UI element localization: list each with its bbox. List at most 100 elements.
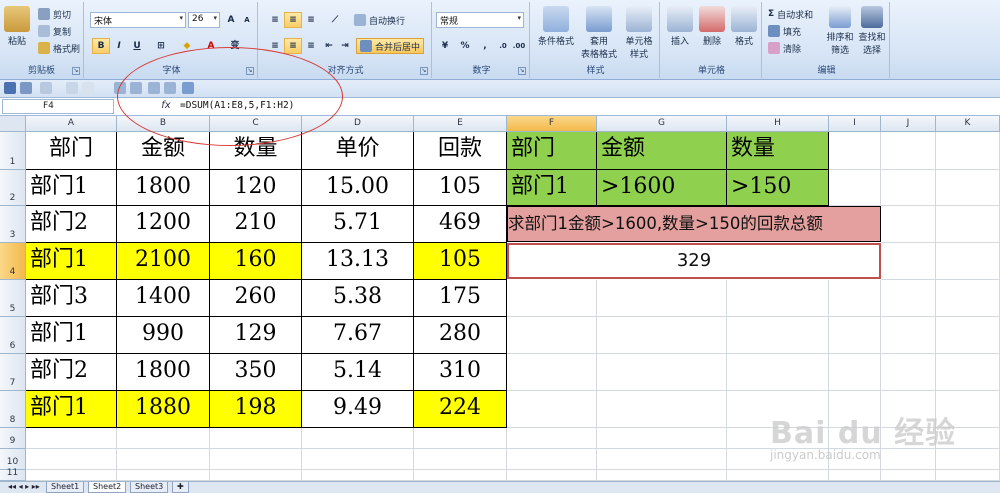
- font-size-select[interactable]: 26 ▾: [188, 12, 220, 28]
- grid-cell[interactable]: [507, 317, 597, 354]
- table-cell[interactable]: 部门1: [26, 243, 117, 280]
- table-cell[interactable]: 2100: [117, 243, 210, 280]
- criteria-header-cell[interactable]: 金额: [597, 132, 727, 170]
- column-header-c[interactable]: C: [210, 116, 302, 132]
- criteria-value-cell[interactable]: >1600: [597, 170, 727, 206]
- grid-cell[interactable]: [597, 449, 727, 470]
- decrease-decimal-icon[interactable]: .00: [510, 38, 528, 54]
- grid-cell[interactable]: [936, 354, 1000, 391]
- grid-cell[interactable]: [829, 132, 881, 170]
- row-header-1[interactable]: 1: [0, 132, 26, 170]
- shrink-font-icon[interactable]: A: [238, 12, 256, 28]
- find-select-button[interactable]: 查找和 选择: [856, 6, 888, 56]
- new-document-icon[interactable]: [82, 82, 94, 94]
- row-header-8[interactable]: 8: [0, 391, 26, 428]
- grid-cell[interactable]: [727, 354, 829, 391]
- format-as-table-button[interactable]: 套用 表格格式: [578, 6, 620, 60]
- row-header-4[interactable]: 4: [0, 243, 26, 280]
- fill-button[interactable]: 填充: [768, 23, 801, 39]
- table-cell[interactable]: 部门1: [26, 170, 117, 206]
- table-header-cell[interactable]: 部门: [26, 132, 117, 170]
- row-header-9[interactable]: 9: [0, 428, 26, 449]
- column-header-g[interactable]: G: [597, 116, 727, 132]
- tab-sheet1[interactable]: Sheet1: [46, 482, 85, 493]
- table-cell[interactable]: 部门1: [26, 317, 117, 354]
- grid-cell[interactable]: [117, 449, 210, 470]
- align-middle-icon[interactable]: ≡: [284, 12, 302, 28]
- grid-cell[interactable]: [210, 449, 302, 470]
- grid-cell[interactable]: [597, 428, 727, 449]
- orientation-icon[interactable]: ⟋: [326, 12, 344, 28]
- format-painter-button[interactable]: 格式刷: [38, 40, 80, 56]
- grid-cell[interactable]: [414, 428, 507, 449]
- table-cell[interactable]: 5.38: [302, 280, 414, 317]
- chart-icon[interactable]: [182, 82, 194, 94]
- question-cell[interactable]: 求部门1金额>1600,数量>150的回款总额: [507, 206, 881, 242]
- dialog-launcher-icon[interactable]: ↘: [518, 67, 526, 75]
- align-top-icon[interactable]: ≡: [266, 12, 284, 28]
- cut-button[interactable]: 剪切: [38, 6, 71, 22]
- camera-icon[interactable]: [130, 82, 142, 94]
- table-cell[interactable]: 部门3: [26, 280, 117, 317]
- table-cell[interactable]: 1800: [117, 354, 210, 391]
- table-cell[interactable]: 120: [210, 170, 302, 206]
- table-header-cell[interactable]: 回款: [414, 132, 507, 170]
- font-color-icon[interactable]: A: [202, 38, 220, 54]
- row-header-7[interactable]: 7: [0, 354, 26, 391]
- table-cell[interactable]: 13.13: [302, 243, 414, 280]
- grid-cell[interactable]: [727, 280, 829, 317]
- autosum-button[interactable]: Σ 自动求和: [768, 6, 813, 22]
- grid-cell[interactable]: [26, 449, 117, 470]
- print-preview-icon[interactable]: [66, 82, 78, 94]
- grid-cell[interactable]: [936, 470, 1000, 481]
- grid-cell[interactable]: [881, 132, 936, 170]
- criteria-value-cell[interactable]: >150: [727, 170, 829, 206]
- table-cell[interactable]: 部门1: [26, 391, 117, 428]
- grid-cell[interactable]: [881, 317, 936, 354]
- table-header-cell[interactable]: 单价: [302, 132, 414, 170]
- grid-cell[interactable]: [936, 206, 1000, 243]
- table-cell[interactable]: 15.00: [302, 170, 414, 206]
- insert-button[interactable]: 插入: [666, 6, 694, 47]
- select-all-corner[interactable]: [0, 116, 26, 132]
- paste-button[interactable]: 粘贴: [4, 6, 30, 47]
- grid-cell[interactable]: [302, 470, 414, 481]
- grid-cell[interactable]: [597, 470, 727, 481]
- grid-cell[interactable]: [829, 354, 881, 391]
- insert-sheet-icon[interactable]: ✚: [172, 482, 189, 493]
- grid-cell[interactable]: [507, 280, 597, 317]
- column-header-d[interactable]: D: [302, 116, 414, 132]
- currency-icon[interactable]: ¥: [436, 38, 454, 54]
- conditional-format-button[interactable]: 条件格式: [536, 6, 576, 47]
- save-icon[interactable]: [4, 82, 16, 94]
- dialog-launcher-icon[interactable]: ↘: [246, 67, 254, 75]
- table-cell[interactable]: 198: [210, 391, 302, 428]
- font-name-select[interactable]: 宋体 ▾: [90, 12, 186, 28]
- copy-button[interactable]: 复制: [38, 23, 71, 39]
- criteria-header-cell[interactable]: 数量: [727, 132, 829, 170]
- grid-cell[interactable]: [597, 280, 727, 317]
- column-header-i[interactable]: I: [829, 116, 881, 132]
- row-header-2[interactable]: 2: [0, 170, 26, 206]
- cell-styles-button[interactable]: 单元格 样式: [620, 6, 658, 60]
- table-cell[interactable]: 1400: [117, 280, 210, 317]
- column-header-k[interactable]: K: [936, 116, 1000, 132]
- column-header-h[interactable]: H: [727, 116, 829, 132]
- percent-button[interactable]: %: [456, 38, 474, 54]
- grid-cell[interactable]: [829, 470, 881, 481]
- grid-cell[interactable]: [507, 354, 597, 391]
- grid-cell[interactable]: [414, 449, 507, 470]
- grid-cell[interactable]: [881, 470, 936, 481]
- criteria-header-cell[interactable]: 部门: [507, 132, 597, 170]
- table-cell[interactable]: 350: [210, 354, 302, 391]
- table-cell[interactable]: 105: [414, 170, 507, 206]
- grid-cell[interactable]: [507, 449, 597, 470]
- align-left-icon[interactable]: ≡: [266, 38, 284, 54]
- column-header-f[interactable]: F: [507, 116, 597, 132]
- align-right-icon[interactable]: ≡: [302, 38, 320, 54]
- row-header-3[interactable]: 3: [0, 206, 26, 243]
- dialog-launcher-icon[interactable]: ↘: [72, 67, 80, 75]
- form-icon[interactable]: [148, 82, 160, 94]
- grid-cell[interactable]: [936, 280, 1000, 317]
- table-cell[interactable]: 1880: [117, 391, 210, 428]
